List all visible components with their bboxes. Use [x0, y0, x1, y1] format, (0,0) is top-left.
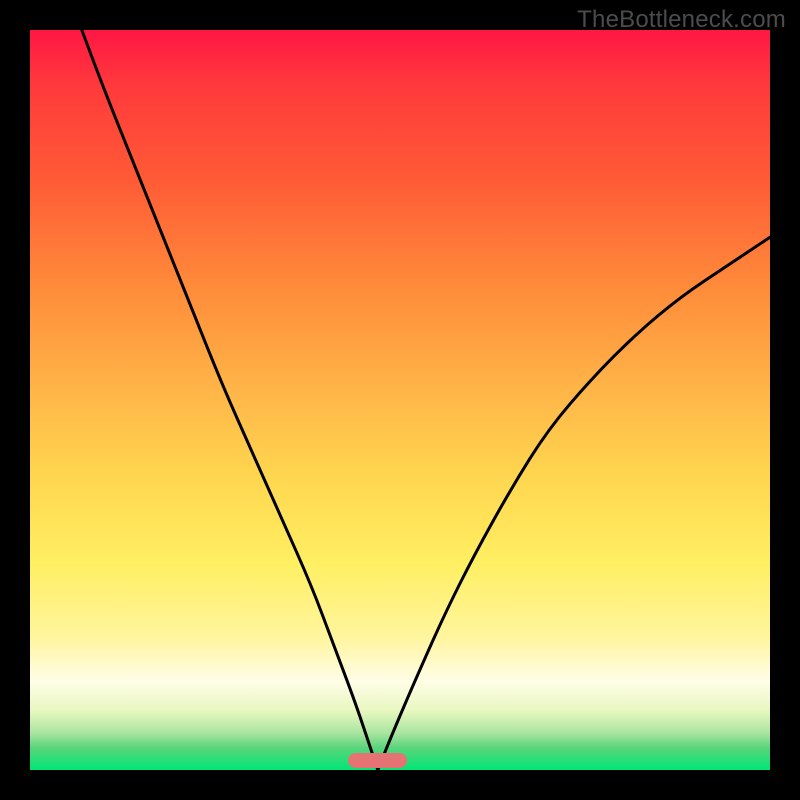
curve-svg [30, 30, 770, 770]
optimal-marker [348, 753, 407, 768]
chart-frame: TheBottleneck.com [0, 0, 800, 800]
bottleneck-curve [82, 30, 770, 770]
plot-area [30, 30, 770, 770]
